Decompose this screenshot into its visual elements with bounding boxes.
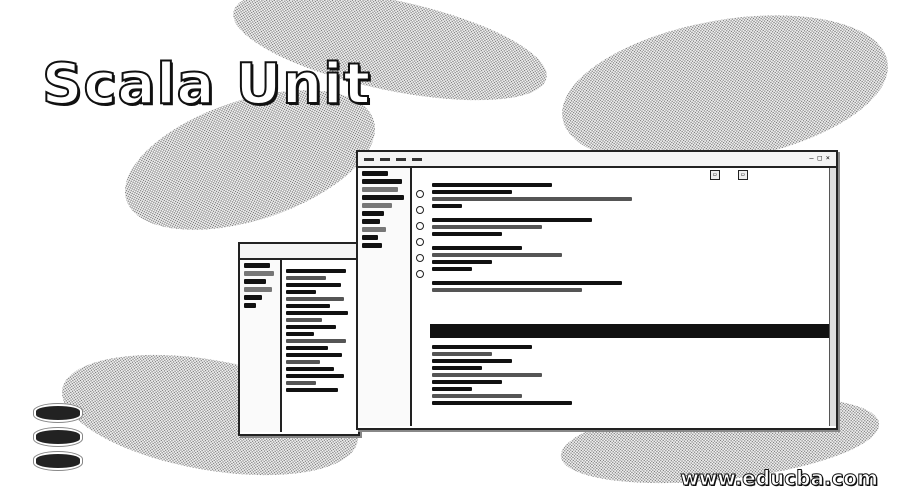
front-window-code-lower bbox=[432, 342, 822, 415]
editor-scrollbar[interactable] bbox=[829, 168, 836, 426]
editor-gutter bbox=[416, 182, 426, 286]
front-window-code bbox=[432, 180, 822, 295]
back-window-code bbox=[286, 266, 352, 395]
page-title: Scala Unit bbox=[41, 51, 372, 118]
highlighted-line bbox=[430, 324, 830, 338]
back-window-project-tree bbox=[240, 260, 282, 432]
front-window-project-tree bbox=[358, 168, 412, 426]
scala-logo-icon bbox=[34, 404, 82, 476]
back-ide-window bbox=[238, 242, 360, 436]
front-ide-window: – □ × ▭ ▭ bbox=[356, 150, 838, 430]
back-window-titlebar bbox=[240, 244, 358, 260]
maximize-icon[interactable]: □ bbox=[818, 154, 822, 162]
toolbar-button-1[interactable]: ▭ bbox=[710, 170, 720, 180]
watermark-url: www.educba.com bbox=[680, 466, 879, 491]
toolbar-button-2[interactable]: ▭ bbox=[738, 170, 748, 180]
front-window-titlebar: – □ × bbox=[358, 152, 836, 168]
window-controls[interactable]: – □ × bbox=[809, 154, 830, 162]
minimize-icon[interactable]: – bbox=[809, 154, 813, 162]
close-icon[interactable]: × bbox=[826, 154, 830, 162]
